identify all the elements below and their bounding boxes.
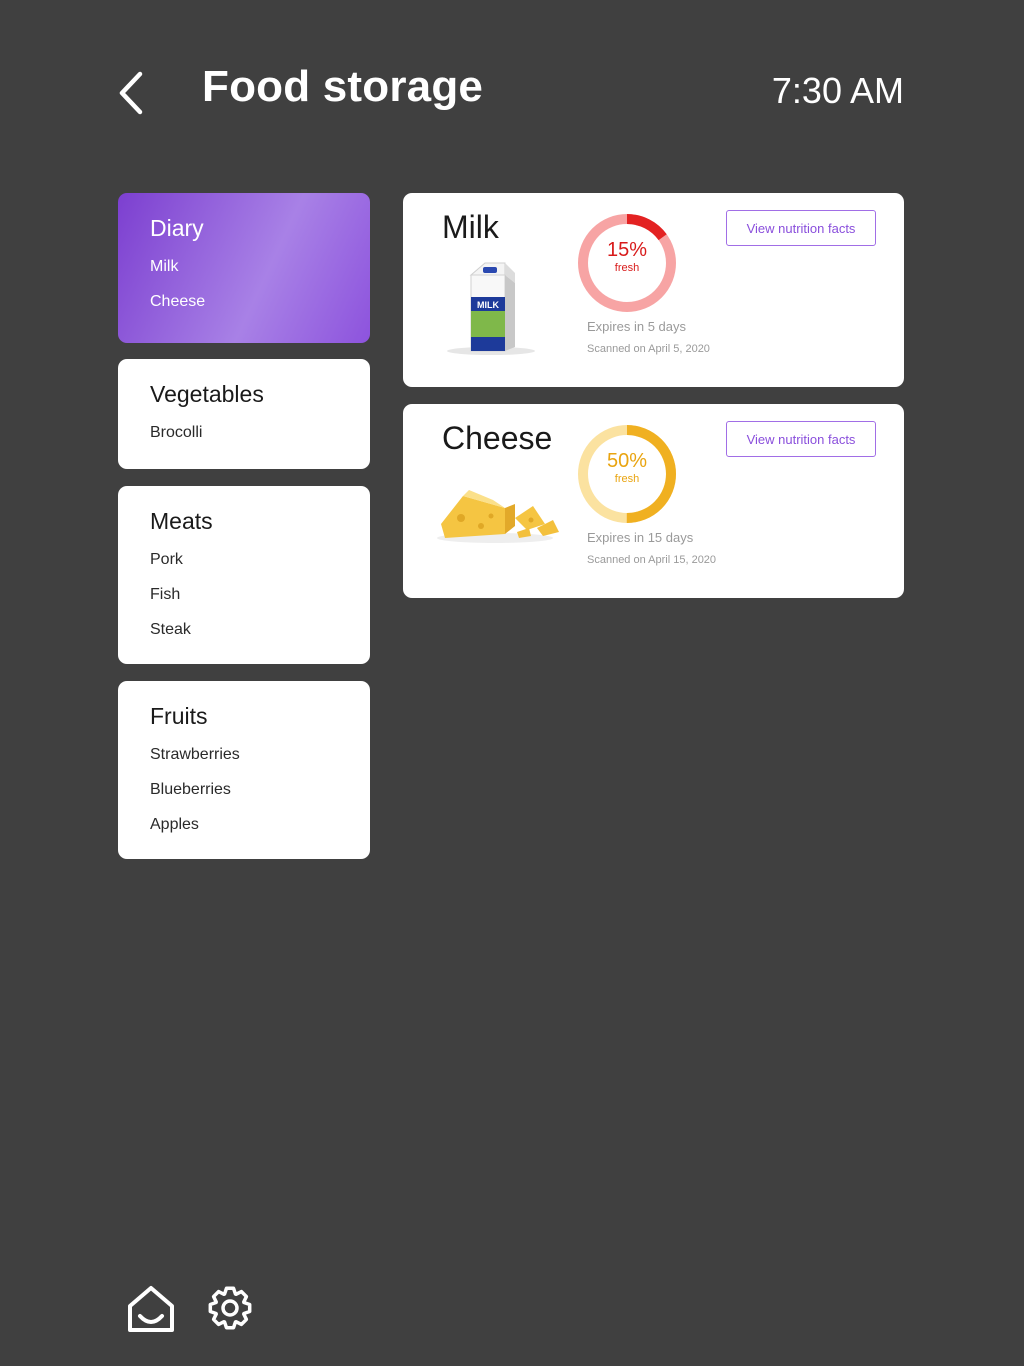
category-item-blueberries[interactable]: Blueberries (150, 781, 231, 799)
category-title: Vegetables (150, 381, 264, 407)
category-card-fruits[interactable]: Fruits Strawberries Blueberries Apples (118, 681, 370, 859)
expires-text: Expires in 5 days (587, 319, 686, 334)
svg-text:MILK: MILK (477, 300, 499, 310)
category-title: Fruits (150, 703, 208, 729)
freshness-label: fresh (614, 473, 640, 485)
category-card-diary[interactable]: Diary Milk Cheese (118, 193, 370, 343)
scanned-date: Scanned on April 15, 2020 (587, 554, 717, 566)
settings-button[interactable] (203, 1282, 257, 1336)
freshness-percent: 15% (606, 239, 648, 261)
chevron-left-icon (119, 71, 143, 115)
cheese-image (437, 490, 559, 543)
expires-text: Expires in 15 days (587, 530, 694, 545)
category-item-steak[interactable]: Steak (150, 621, 191, 639)
category-item-milk[interactable]: Milk (150, 258, 178, 276)
food-card-cheese: Cheese 50% fresh Expires in 15 days Scan… (403, 404, 904, 598)
category-title: Diary (150, 215, 204, 241)
milk-carton-image: MILK (447, 262, 535, 355)
freshness-percent: 50% (606, 450, 648, 472)
food-card-milk: Milk MILK 15% fresh Expires in 5 days Sc… (403, 193, 904, 387)
category-item-cheese[interactable]: Cheese (150, 293, 205, 311)
category-item-strawberries[interactable]: Strawberries (150, 746, 240, 764)
category-card-meats[interactable]: Meats Pork Fish Steak (118, 486, 370, 664)
view-nutrition-facts-button[interactable]: View nutrition facts (726, 421, 876, 457)
category-item-pork[interactable]: Pork (150, 551, 183, 569)
category-item-apples[interactable]: Apples (150, 816, 199, 834)
category-title: Meats (150, 508, 213, 534)
view-nutrition-facts-button[interactable]: View nutrition facts (726, 210, 876, 246)
scanned-date: Scanned on April 5, 2020 (587, 343, 710, 355)
freshness-label: fresh (614, 262, 640, 274)
page-title: Food storage (202, 62, 484, 111)
home-button[interactable] (124, 1282, 178, 1336)
category-card-vegetables[interactable]: Vegetables Brocolli (118, 359, 370, 469)
back-button[interactable] (112, 66, 152, 122)
food-name: Milk (442, 209, 499, 245)
home-icon (128, 1286, 174, 1332)
category-item-fish[interactable]: Fish (150, 586, 180, 604)
category-item-brocolli[interactable]: Brocolli (150, 424, 202, 442)
food-name: Cheese (442, 420, 553, 456)
clock: 7:30 AM (771, 70, 904, 111)
gear-icon (208, 1286, 252, 1330)
